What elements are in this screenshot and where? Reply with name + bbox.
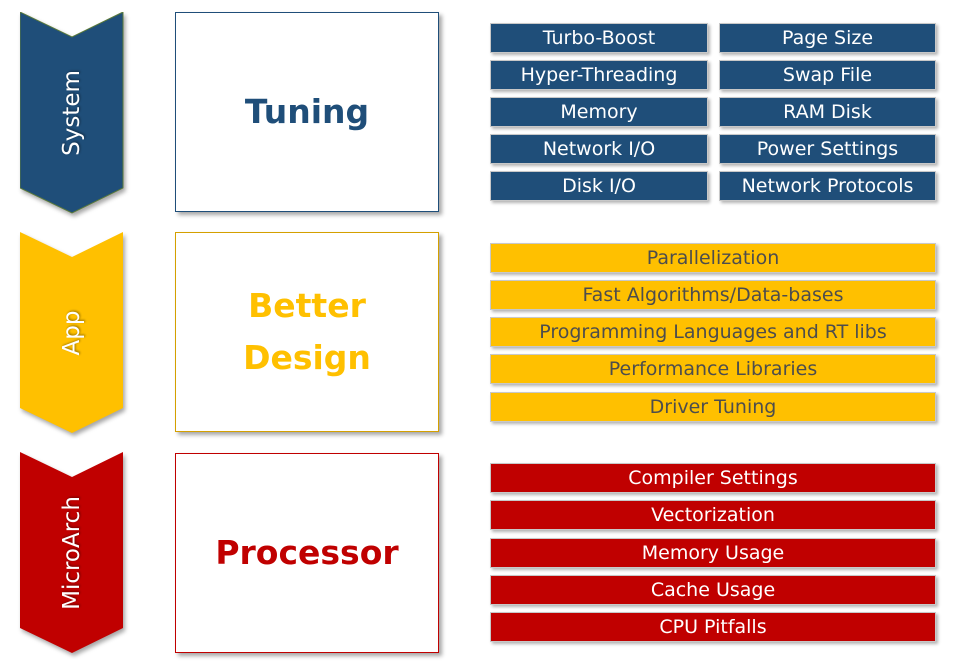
item-memory: Memory bbox=[490, 97, 708, 127]
box-title: Tuning bbox=[244, 92, 370, 131]
item-cpu-pitfalls: CPU Pitfalls bbox=[490, 612, 936, 642]
item-swap-file: Swap File bbox=[719, 60, 936, 90]
system-chevron: System bbox=[20, 12, 124, 214]
chevron-label: System bbox=[59, 70, 85, 156]
item-ram-disk: RAM Disk bbox=[719, 97, 936, 127]
item-turbo-boost: Turbo-Boost bbox=[490, 23, 708, 53]
item-parallelization: Parallelization bbox=[490, 243, 936, 273]
item-driver-tuning: Driver Tuning bbox=[490, 392, 936, 422]
item-programming-languages: Programming Languages and RT libs bbox=[490, 317, 936, 347]
item-network-protocols: Network Protocols bbox=[719, 171, 936, 201]
item-memory-usage: Memory Usage bbox=[490, 538, 936, 568]
box-title-line: Better bbox=[248, 286, 366, 325]
chevron-label: MicroArch bbox=[59, 496, 85, 610]
better-design-box: Better Design bbox=[175, 232, 439, 432]
app-chevron: App bbox=[20, 232, 124, 434]
microarch-chevron: MicroArch bbox=[20, 452, 124, 654]
item-hyper-threading: Hyper-Threading bbox=[490, 60, 708, 90]
box-title: Processor bbox=[215, 533, 399, 572]
item-vectorization: Vectorization bbox=[490, 500, 936, 530]
item-disk-io: Disk I/O bbox=[490, 171, 708, 201]
item-fast-algorithms: Fast Algorithms/Data-bases bbox=[490, 280, 936, 310]
item-performance-libraries: Performance Libraries bbox=[490, 354, 936, 384]
processor-box: Processor bbox=[175, 453, 439, 653]
item-network-io: Network I/O bbox=[490, 134, 708, 164]
item-page-size: Page Size bbox=[719, 23, 936, 53]
item-power-settings: Power Settings bbox=[719, 134, 936, 164]
item-compiler-settings: Compiler Settings bbox=[490, 463, 936, 493]
item-cache-usage: Cache Usage bbox=[490, 575, 936, 605]
tuning-box: Tuning bbox=[175, 12, 439, 212]
box-title-line: Design bbox=[243, 338, 371, 377]
chevron-label: App bbox=[59, 310, 85, 356]
